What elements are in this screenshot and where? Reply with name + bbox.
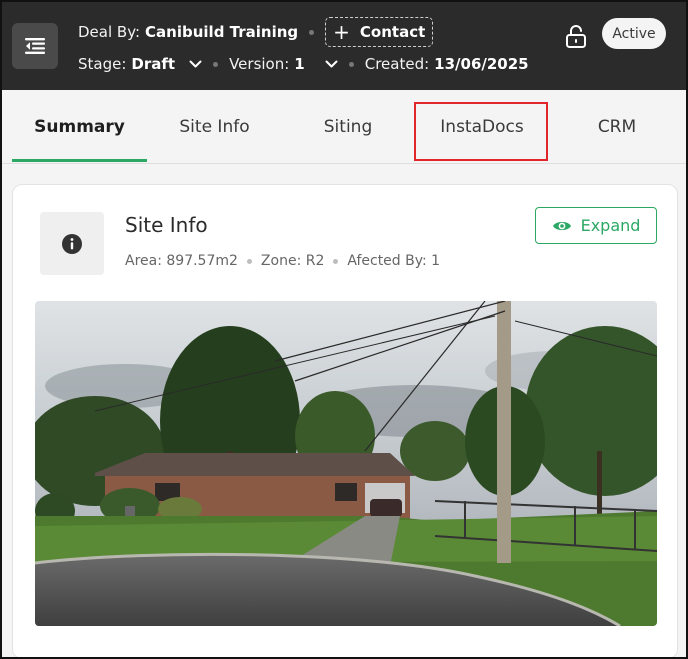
version-value[interactable]: 1 [294, 55, 304, 73]
separator-dot [246, 258, 252, 264]
separator-dot [348, 61, 354, 67]
area-text: Area: 897.57m2 [125, 253, 238, 269]
menu-toggle-button[interactable] [12, 23, 58, 69]
eye-icon [552, 221, 571, 230]
tab-site-info[interactable]: Site Info [147, 90, 282, 164]
expand-button[interactable]: Expand [535, 207, 657, 244]
chevron-down-icon [189, 60, 202, 68]
expand-label: Expand [580, 216, 641, 235]
site-info-title: Site Info [125, 213, 208, 237]
info-icon-box [40, 212, 104, 275]
separator-dot [333, 258, 339, 264]
deal-row: Deal By: Canibuild Training + Contact [78, 17, 434, 47]
separator-dot [309, 29, 315, 35]
contact-label: Contact [359, 23, 426, 41]
tab-siting[interactable]: Siting [282, 90, 414, 164]
tab-instadocs[interactable]: InstaDocs [416, 90, 548, 164]
tab-crm[interactable]: CRM [550, 90, 684, 164]
version-dropdown[interactable] [325, 60, 338, 68]
tab-bar: Summary Site Info Siting InstaDocs CRM [2, 90, 686, 164]
unlock-icon [566, 25, 586, 48]
street-view-image [35, 301, 657, 626]
created-label: Created: [364, 55, 430, 73]
active-tab-indicator [12, 159, 147, 162]
created-value: 13/06/2025 [434, 55, 529, 73]
site-info-card: Site Info Area: 897.57m2 Zone: R2 Afecte… [12, 184, 678, 657]
menu-collapse-icon [25, 38, 45, 54]
site-info-meta: Area: 897.57m2 Zone: R2 Afected By: 1 [125, 253, 440, 269]
stage-label: Stage: [78, 55, 127, 73]
deal-meta-row: Stage: Draft Version: 1 Created: 13/06/2… [78, 52, 529, 76]
deal-header: Deal By: Canibuild Training + Contact St… [2, 2, 686, 90]
site-photo[interactable] [35, 301, 657, 626]
separator-dot [213, 61, 219, 67]
deal-by-label: Deal By: [78, 23, 141, 41]
affected-by-text: Afected By: 1 [347, 253, 441, 269]
tab-summary[interactable]: Summary [12, 90, 147, 164]
lock-toggle[interactable] [563, 23, 589, 49]
plus-icon: + [333, 20, 350, 44]
app-frame: Deal By: Canibuild Training + Contact St… [0, 0, 688, 659]
zone-text: Zone: R2 [260, 253, 325, 269]
stage-dropdown[interactable] [189, 60, 202, 68]
chevron-down-icon [325, 60, 338, 68]
status-badge[interactable]: Active [602, 18, 666, 49]
version-label: Version: [229, 55, 290, 73]
deal-by-value[interactable]: Canibuild Training [145, 23, 298, 41]
info-icon [62, 233, 82, 254]
add-contact-button[interactable]: + Contact [325, 17, 434, 47]
stage-value[interactable]: Draft [131, 55, 175, 73]
